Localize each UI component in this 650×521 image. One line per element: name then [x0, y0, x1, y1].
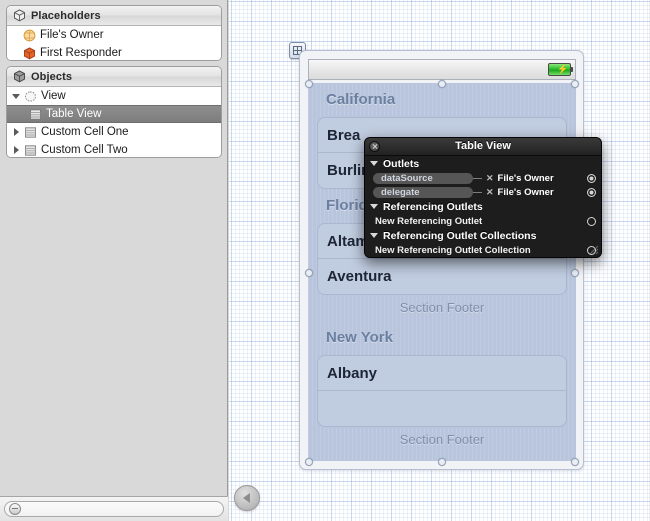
table-cell-icon — [24, 144, 37, 157]
list-item-files-owner[interactable]: File's Owner — [7, 26, 221, 44]
objects-panel-title: Objects — [31, 70, 73, 83]
connection-line — [473, 191, 482, 193]
x-icon[interactable]: ✕ — [486, 173, 494, 184]
tree-item-table-view[interactable]: Table View — [7, 105, 221, 123]
inspector-group-referencing-outlets[interactable]: Referencing Outlets — [365, 199, 601, 214]
placeholders-list: File's Owner First Responder — [7, 26, 221, 60]
chevron-right-icon[interactable] — [11, 145, 22, 156]
outlet-row-datasource[interactable]: dataSource ✕ File's Owner — [365, 171, 601, 185]
objects-tree: View Table View Custom Cell One Custom C… — [7, 87, 221, 157]
chevron-down-icon[interactable] — [370, 233, 378, 238]
table-row[interactable] — [318, 391, 566, 426]
battery-icon: ⚡ — [548, 63, 573, 76]
tree-item-label: Custom Cell One — [41, 126, 129, 138]
tree-item-custom-cell-two[interactable]: Custom Cell Two — [7, 141, 221, 157]
tree-item-custom-cell-one[interactable]: Custom Cell One — [7, 123, 221, 141]
view-icon — [24, 90, 37, 103]
section-footer: Section Footer — [399, 432, 485, 447]
objects-panel-header[interactable]: Objects — [7, 67, 221, 87]
x-icon[interactable]: ✕ — [486, 187, 494, 198]
resize-handle-left[interactable] — [305, 269, 313, 277]
tree-item-label: Table View — [46, 108, 102, 120]
inspector-title-bar: Table View — [365, 138, 601, 156]
chevron-down-icon[interactable] — [11, 91, 22, 102]
design-canvas[interactable]: ⚡ California Brea Burlingame Florida Alt… — [229, 0, 650, 521]
cube-outline-icon — [13, 9, 26, 22]
section-group: Albany — [317, 355, 567, 427]
table-view-icon — [29, 108, 42, 121]
outlet-target-label: File's Owner — [497, 186, 554, 198]
connections-inspector-popup[interactable]: Table View Outlets dataSource ✕ File's O… — [364, 137, 602, 258]
zoom-slider[interactable] — [4, 501, 224, 517]
resize-handle-top-left[interactable] — [305, 80, 313, 88]
interface-builder-window: Placeholders File's Owner First Responde… — [0, 0, 650, 521]
section-header: California — [326, 91, 396, 108]
inspector-group-label: Outlets — [383, 157, 420, 170]
connection-well[interactable] — [587, 187, 596, 197]
resize-handle-bottom-right[interactable] — [571, 458, 579, 466]
outlet-name: delegate — [373, 186, 473, 198]
resize-handle-bottom-left[interactable] — [305, 458, 313, 466]
outlet-target[interactable]: ✕ File's Owner — [482, 187, 587, 198]
close-icon[interactable] — [369, 141, 380, 152]
tree-item-label: Custom Cell Two — [41, 144, 128, 156]
list-item-first-responder[interactable]: First Responder — [7, 44, 221, 60]
placeholders-panel-title: Placeholders — [31, 9, 101, 22]
outlet-target[interactable]: ✕ File's Owner — [482, 173, 587, 184]
status-bar: ⚡ — [308, 59, 576, 80]
resize-handle-top[interactable] — [438, 80, 446, 88]
first-responder-icon — [23, 46, 36, 60]
outlet-name: dataSource — [373, 172, 473, 184]
inspector-group-label: Referencing Outlet Collections — [383, 229, 537, 242]
connection-line — [473, 177, 482, 179]
outlet-target-label: File's Owner — [497, 172, 554, 184]
inspector-group-referencing-outlet-collections[interactable]: Referencing Outlet Collections — [365, 228, 601, 243]
list-item-label: First Responder — [40, 47, 122, 59]
new-referencing-outlet-collection-label: New Referencing Outlet Collection — [375, 244, 531, 256]
zoom-slider-knob[interactable] — [9, 503, 21, 515]
new-referencing-outlet-label: New Referencing Outlet — [375, 215, 483, 227]
document-outline-sidebar: Placeholders File's Owner First Responde… — [0, 0, 228, 521]
resize-handle-bottom[interactable] — [438, 458, 446, 466]
new-referencing-outlet-row[interactable]: New Referencing Outlet — [365, 214, 601, 228]
section-footer: Section Footer — [399, 300, 485, 315]
inspector-title: Table View — [455, 140, 511, 152]
resize-handle-top-right[interactable] — [571, 80, 579, 88]
files-owner-icon — [23, 29, 36, 42]
inspector-group-label: Referencing Outlets — [383, 200, 483, 213]
placeholders-panel-header[interactable]: Placeholders — [7, 6, 221, 26]
inspector-group-outlets[interactable]: Outlets — [365, 156, 601, 171]
connection-well[interactable] — [587, 216, 596, 226]
sidebar-bottom-bar — [0, 496, 228, 521]
back-arrow-button[interactable] — [234, 485, 260, 511]
connection-well[interactable] — [587, 173, 596, 183]
cube-solid-icon — [13, 70, 26, 83]
resize-handle-right[interactable] — [571, 269, 579, 277]
chevron-down-icon[interactable] — [370, 204, 378, 209]
list-item-label: File's Owner — [40, 29, 104, 41]
chevron-left-icon — [242, 493, 250, 503]
table-row[interactable]: Aventura — [318, 259, 566, 294]
resize-grip-icon[interactable] — [589, 245, 599, 255]
section-header: New York — [326, 329, 393, 346]
view-container[interactable]: ⚡ California Brea Burlingame Florida Alt… — [299, 50, 584, 470]
objects-panel: Objects View Table View Custom Cell One … — [6, 66, 222, 158]
tree-item-view[interactable]: View — [7, 87, 221, 105]
outlet-row-delegate[interactable]: delegate ✕ File's Owner — [365, 185, 601, 199]
chevron-down-icon[interactable] — [370, 161, 378, 166]
chevron-right-icon[interactable] — [11, 127, 22, 138]
table-row[interactable]: Albany — [318, 356, 566, 391]
new-referencing-outlet-collection-row[interactable]: New Referencing Outlet Collection — [365, 243, 601, 257]
placeholders-panel: Placeholders File's Owner First Responde… — [6, 5, 222, 61]
tree-item-label: View — [41, 90, 66, 102]
table-cell-icon — [24, 126, 37, 139]
